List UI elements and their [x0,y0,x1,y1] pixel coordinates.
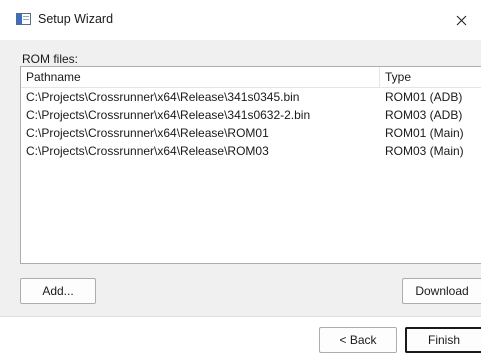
cell-pathname: C:\Projects\Crossrunner\x64\Release\ROM0… [26,144,269,158]
column-header-pathname[interactable]: Pathname [21,67,380,87]
rom-files-list[interactable]: Pathname Type C:\Projects\Crossrunner\x6… [20,66,481,264]
table-row[interactable]: C:\Projects\Crossrunner\x64\Release\ROM0… [21,142,481,160]
close-button[interactable] [441,0,481,40]
wizard-footer: < Back Finish [0,316,481,362]
table-row[interactable]: C:\Projects\Crossrunner\x64\Release\341s… [21,88,481,106]
table-row[interactable]: C:\Projects\Crossrunner\x64\Release\ROM0… [21,124,481,142]
window-title: Setup Wizard [38,12,114,26]
cell-pathname: C:\Projects\Crossrunner\x64\Release\341s… [26,90,300,104]
back-button[interactable]: < Back [319,327,397,353]
table-row[interactable]: C:\Projects\Crossrunner\x64\Release\341s… [21,106,481,124]
column-header-type[interactable]: Type [380,67,481,87]
cell-type: ROM03 (ADB) [385,108,463,122]
download-button[interactable]: Download [402,278,481,304]
finish-button[interactable]: Finish [405,327,481,353]
cell-type: ROM03 (Main) [385,144,464,158]
footer-divider [0,316,481,317]
cell-type: ROM01 (ADB) [385,90,463,104]
rom-files-label: ROM files: [22,52,79,66]
cell-pathname: C:\Projects\Crossrunner\x64\Release\ROM0… [26,126,269,140]
title-bar: Setup Wizard [0,0,481,40]
app-window-icon [16,13,31,25]
dialog-body: ROM files: Pathname Type C:\Projects\Cro… [0,40,481,316]
list-header: Pathname Type [21,67,481,88]
add-button[interactable]: Add... [20,278,96,304]
cell-type: ROM01 (Main) [385,126,464,140]
cell-pathname: C:\Projects\Crossrunner\x64\Release\341s… [26,108,311,122]
close-icon [456,15,466,25]
